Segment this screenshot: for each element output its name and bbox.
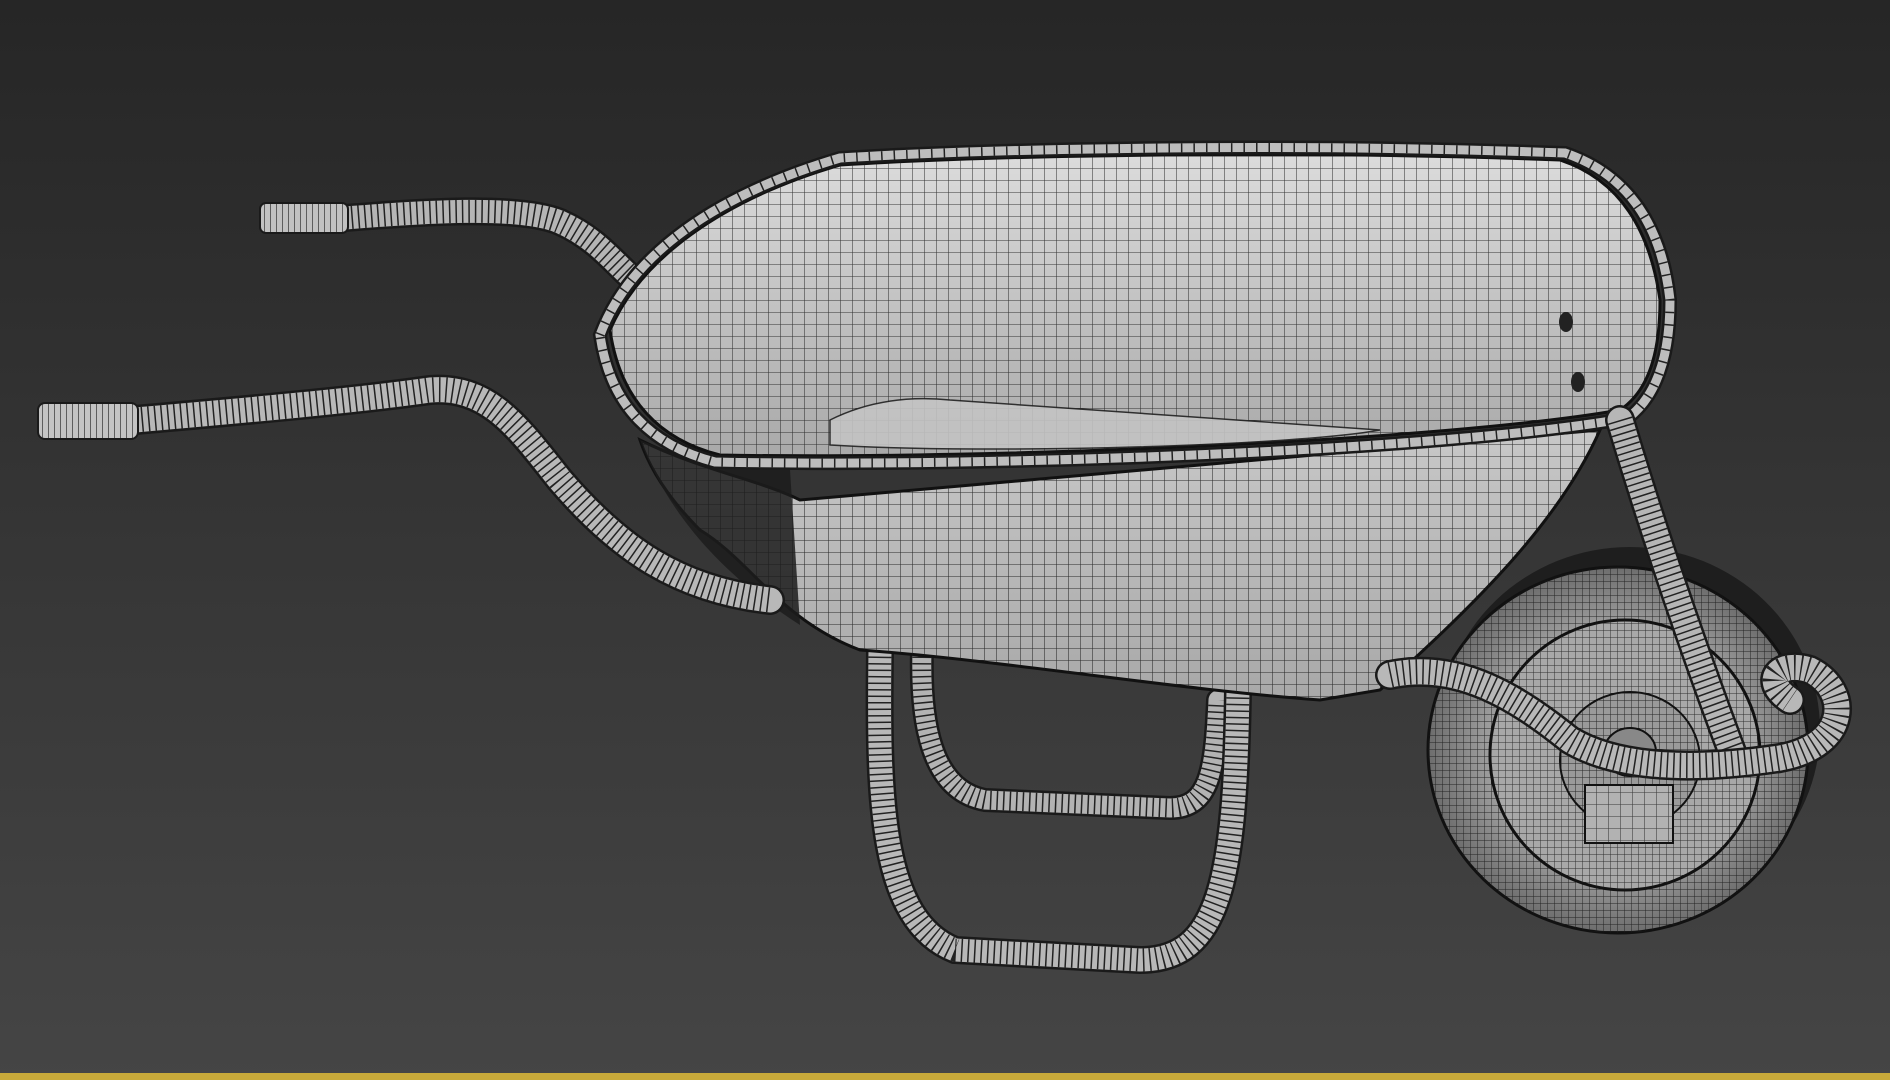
viewport-scene[interactable]: [0, 0, 1890, 1080]
3d-viewport[interactable]: [0, 0, 1890, 1080]
handle-far[interactable]: [259, 197, 654, 299]
active-viewport-border: [0, 1073, 1890, 1080]
wheel[interactable]: [1426, 547, 1820, 935]
